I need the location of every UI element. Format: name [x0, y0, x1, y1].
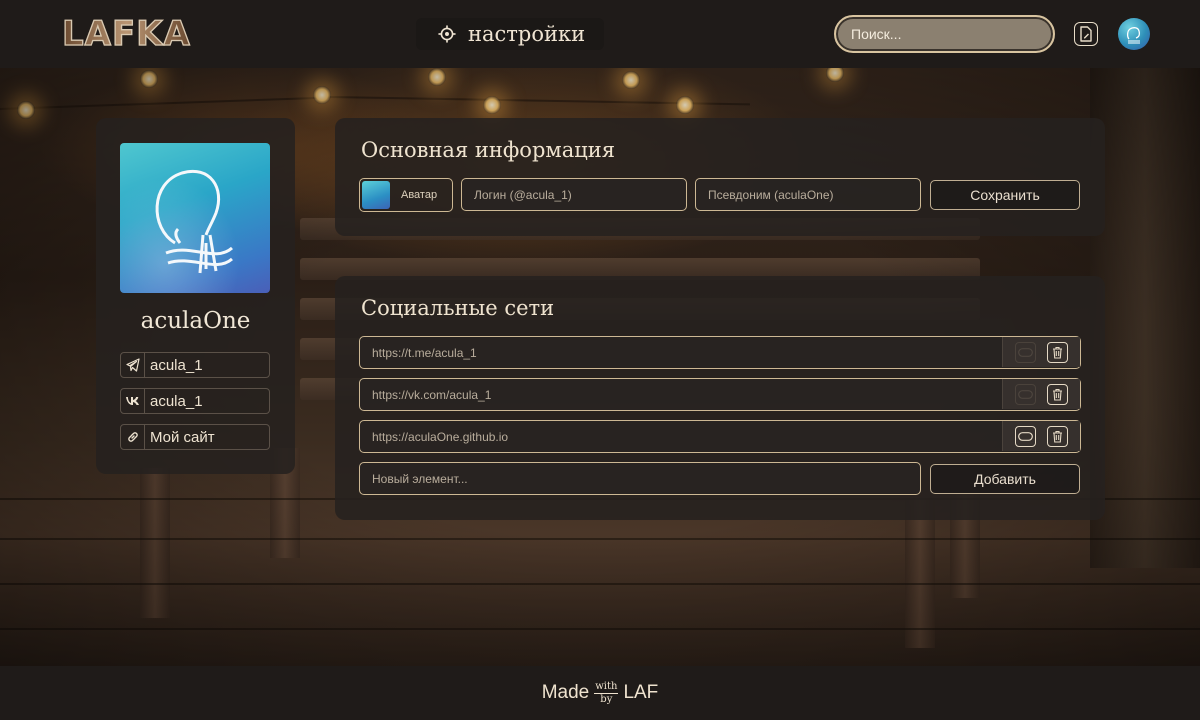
- delete-link-button[interactable]: [1047, 341, 1069, 363]
- basic-info-title: Основная информация: [361, 138, 615, 162]
- profile-social-vk[interactable]: acula_1: [120, 388, 270, 414]
- ghost-avatar-icon: [155, 170, 233, 274]
- visibility-toggle-button[interactable]: [1014, 425, 1036, 447]
- footer-with: with: [594, 680, 619, 694]
- pill-icon: [1017, 431, 1033, 441]
- new-document-button[interactable]: [1074, 22, 1098, 46]
- save-button[interactable]: Сохранить: [930, 180, 1080, 210]
- delete-link-button[interactable]: [1047, 425, 1069, 447]
- settings-title-chip: настройки: [416, 18, 604, 50]
- search-input[interactable]: [834, 15, 1055, 53]
- app-logo[interactable]: LAFKA: [61, 13, 191, 54]
- social-networks-title: Социальные сети: [361, 296, 555, 320]
- vk-icon: [121, 389, 145, 413]
- trash-icon: [1053, 430, 1063, 443]
- target-icon: [438, 25, 456, 43]
- visibility-toggle-button[interactable]: [1014, 383, 1036, 405]
- alias-input[interactable]: [695, 178, 921, 211]
- social-link-row[interactable]: https://vk.com/acula_1: [359, 378, 1081, 411]
- social-link-row[interactable]: https://t.me/acula_1: [359, 336, 1081, 369]
- trash-icon: [1053, 346, 1063, 359]
- link-tools: [1002, 337, 1080, 367]
- avatar-upload-button[interactable]: Аватар: [359, 178, 453, 212]
- profile-card: aculaOne acula_1 acula_1 Мой сайт: [96, 118, 295, 474]
- social-label: acula_1: [150, 392, 203, 410]
- add-link-button[interactable]: Добавить: [930, 464, 1080, 494]
- social-link-url: https://t.me/acula_1: [372, 346, 477, 360]
- profile-avatar[interactable]: [120, 143, 270, 293]
- link-tools: [1002, 421, 1080, 451]
- footer-by: by: [600, 693, 613, 705]
- login-input[interactable]: [461, 178, 687, 211]
- profile-social-telegram[interactable]: acula_1: [120, 352, 270, 378]
- user-avatar[interactable]: [1118, 18, 1150, 50]
- new-link-input[interactable]: [359, 462, 921, 495]
- trash-icon: [1053, 388, 1063, 401]
- profile-social-website[interactable]: Мой сайт: [120, 424, 270, 450]
- top-header: LAFKA настройки: [0, 0, 1200, 68]
- avatar-ghost-icon: [1126, 27, 1141, 44]
- document-edit-icon: [1080, 26, 1092, 42]
- footer-made: Made: [541, 682, 590, 703]
- avatar-label: Аватар: [401, 189, 438, 201]
- link-tools: [1002, 379, 1080, 409]
- footer-with-by: with by: [594, 680, 619, 705]
- telegram-icon: [121, 353, 145, 377]
- social-networks-card: Социальные сети https://t.me/acula_1 htt…: [335, 276, 1105, 520]
- profile-nickname: aculaOne: [140, 308, 251, 334]
- social-label: acula_1: [150, 356, 203, 374]
- social-link-row[interactable]: https://aculaOne.github.io: [359, 420, 1081, 453]
- pill-icon: [1017, 389, 1033, 399]
- footer-laf-link[interactable]: LAF: [623, 682, 658, 704]
- basic-info-card: Основная информация Аватар Сохранить: [335, 118, 1105, 236]
- social-link-url: https://aculaOne.github.io: [372, 430, 509, 444]
- link-icon: [121, 425, 145, 449]
- social-label: Мой сайт: [150, 428, 215, 446]
- pill-icon: [1017, 347, 1033, 357]
- visibility-toggle-button[interactable]: [1014, 341, 1036, 363]
- social-link-url: https://vk.com/acula_1: [372, 388, 492, 402]
- page-footer: Made with by LAF: [0, 666, 1200, 720]
- page-title: настройки: [468, 22, 586, 46]
- avatar-thumbnail: [362, 181, 390, 209]
- delete-link-button[interactable]: [1047, 383, 1069, 405]
